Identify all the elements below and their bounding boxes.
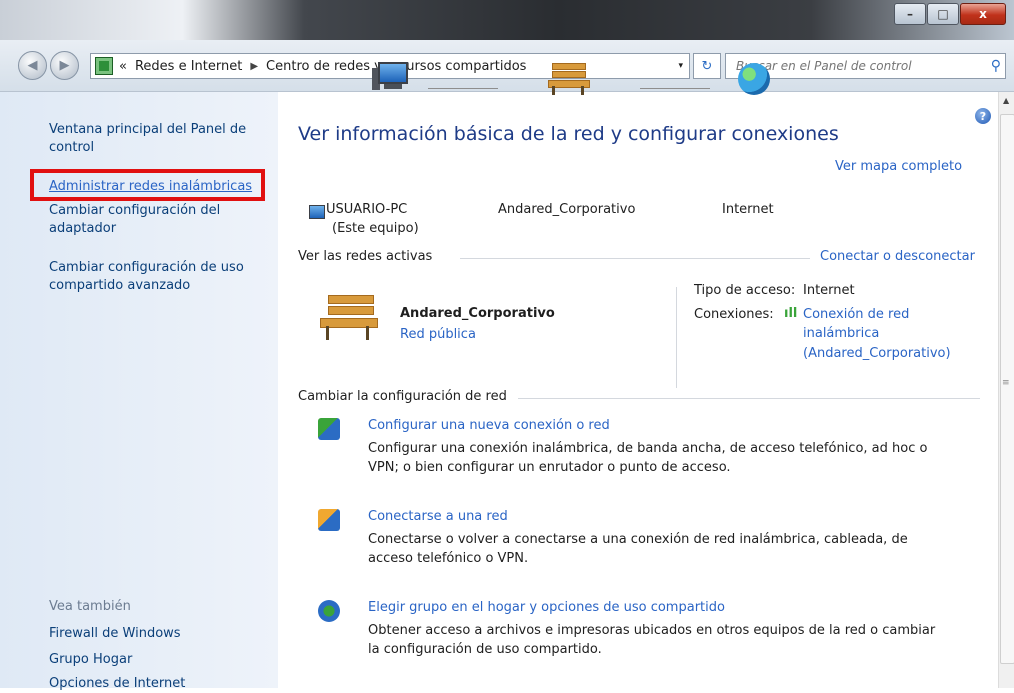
address-dropdown-icon[interactable]: ▾: [678, 61, 683, 71]
active-network-name: Andared_Corporativo: [400, 306, 555, 321]
connection-link-line-2[interactable]: inalámbrica: [803, 326, 879, 341]
wifi-signal-icon: ıll: [784, 306, 798, 321]
sidebar: Ventana principal del Panel de control A…: [0, 92, 278, 691]
task-title[interactable]: Conectarse a una red: [368, 509, 948, 524]
network-type-link[interactable]: Red pública: [400, 327, 476, 342]
scroll-thumb[interactable]: [1000, 114, 1014, 664]
computer-icon: [372, 62, 412, 96]
access-type-value: Internet: [803, 283, 855, 298]
back-button[interactable]: ◀: [18, 51, 47, 80]
full-map-link[interactable]: Ver mapa completo: [835, 159, 962, 174]
task-description: Obtener acceso a archivos e impresoras u…: [368, 623, 936, 657]
breadcrumb-redes-internet[interactable]: Redes e Internet: [135, 59, 242, 74]
task-title[interactable]: Configurar una nueva conexión o red: [368, 418, 948, 433]
title-bar: – □ x: [0, 0, 1014, 40]
sidebar-item-cambiar-adaptador[interactable]: Cambiar configuración del adaptador: [49, 202, 264, 238]
change-settings-heading: Cambiar la configuración de red: [298, 389, 507, 404]
map-connector-line: [428, 88, 498, 89]
network-name-label: Andared_Corporativo: [498, 202, 636, 217]
control-panel-icon: [95, 57, 113, 75]
sidebar-item-uso-compartido[interactable]: Cambiar configuración de uso compartido …: [49, 259, 264, 295]
refresh-icon: ↻: [701, 58, 713, 74]
close-button[interactable]: x: [960, 3, 1006, 25]
help-icon[interactable]: ?: [975, 108, 991, 124]
search-input[interactable]: [734, 58, 973, 74]
internet-label: Internet: [722, 202, 774, 217]
search-icon[interactable]: ⚲: [991, 58, 1001, 74]
sidebar-item-firewall[interactable]: Firewall de Windows: [49, 625, 264, 643]
maximize-button[interactable]: □: [927, 3, 959, 25]
forward-arrow-icon: ▶: [59, 58, 70, 73]
internet-globe-icon: [738, 63, 770, 95]
connection-link-line-1[interactable]: Conexión de red: [803, 307, 909, 322]
vertical-scrollbar[interactable]: ▲ ≡: [998, 92, 1014, 688]
map-connector-line: [640, 88, 710, 89]
window-controls: – □ x: [893, 3, 1006, 25]
active-networks-heading: Ver las redes activas: [298, 249, 433, 264]
connect-disconnect-link[interactable]: Conectar o desconectar: [820, 249, 975, 264]
network-bench-icon: [548, 63, 590, 97]
task-description: Configurar una conexión inalámbrica, de …: [368, 441, 928, 475]
access-type-label: Tipo de acceso:: [694, 283, 796, 298]
see-also-heading: Vea también: [49, 599, 131, 614]
connect-network-icon: [318, 509, 340, 531]
page-title: Ver información básica de la red y confi…: [298, 123, 839, 145]
navigation-bar: ◀ ▶ « Redes e Internet ▶ Centro de redes…: [0, 40, 1014, 92]
task-description: Conectarse o volver a conectarse a una c…: [368, 532, 908, 566]
minimize-button[interactable]: –: [894, 3, 926, 25]
connection-link-line-3[interactable]: (Andared_Corporativo): [803, 346, 951, 361]
vertical-divider: [676, 287, 677, 388]
computer-sub-label: (Este equipo): [332, 221, 419, 236]
scroll-grip-icon: ≡: [1002, 378, 1010, 388]
task-homegroup: Elegir grupo en el hogar y opciones de u…: [368, 600, 948, 659]
small-computer-icon: [309, 205, 325, 219]
sidebar-item-opciones-internet[interactable]: Opciones de Internet: [49, 675, 264, 693]
task-new-connection: Configurar una nueva conexión o red Conf…: [368, 418, 948, 477]
highlight-box: [30, 169, 265, 201]
sidebar-item-panel-principal[interactable]: Ventana principal del Panel de control: [49, 121, 264, 157]
computer-name-label: USUARIO-PC: [326, 202, 408, 217]
task-title[interactable]: Elegir grupo en el hogar y opciones de u…: [368, 600, 948, 615]
back-arrow-icon: ◀: [27, 58, 38, 73]
active-network-bench-icon: [320, 295, 378, 343]
forward-button[interactable]: ▶: [50, 51, 79, 80]
task-connect-network: Conectarse a una red Conectarse o volver…: [368, 509, 948, 568]
sidebar-item-grupo-hogar[interactable]: Grupo Hogar: [49, 651, 264, 669]
section-divider: [460, 258, 810, 259]
new-connection-icon: [318, 418, 340, 440]
connections-label: Conexiones:: [694, 307, 774, 322]
breadcrumb-separator-icon[interactable]: ▶: [250, 61, 258, 72]
refresh-button[interactable]: ↻: [693, 53, 721, 79]
scroll-up-icon[interactable]: ▲: [1003, 96, 1009, 105]
breadcrumb-overflow[interactable]: «: [119, 59, 127, 74]
homegroup-icon: [318, 600, 340, 622]
section-divider: [518, 398, 980, 399]
